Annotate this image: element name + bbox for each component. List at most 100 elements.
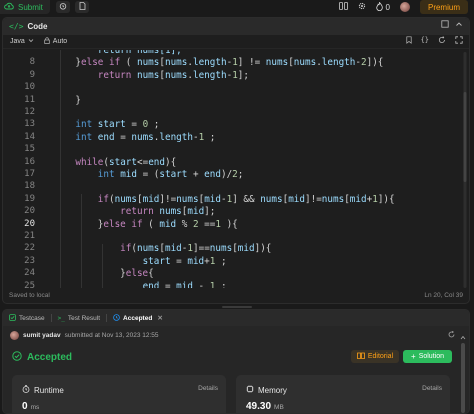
line-number: 9	[29, 69, 35, 80]
autocomplete-toggle[interactable]: Auto	[44, 37, 67, 46]
code-line[interactable]: 25 end = mid - 1 ;	[3, 281, 443, 288]
runtime-number: 0	[22, 401, 28, 412]
code-line[interactable]: 10	[3, 82, 443, 94]
line-number: 22	[24, 243, 35, 254]
language-select[interactable]: Java	[10, 38, 34, 45]
line-number: 16	[24, 156, 35, 167]
user-avatar[interactable]	[399, 2, 410, 12]
premium-button[interactable]: Premium	[419, 0, 468, 14]
code-line[interactable]: 17 int mid = (start + end)/2;	[3, 169, 443, 181]
code-line[interactable]: 15	[3, 144, 443, 156]
book-icon	[356, 352, 365, 361]
result-panel: Testcase >_ Test Result Accepted ✕ sumit…	[2, 309, 470, 414]
code-line[interactable]: 23 start = mid+1 ;	[3, 256, 443, 268]
code-line[interactable]: 21	[3, 231, 443, 243]
accepted-status: Accepted	[12, 351, 72, 364]
code-line[interactable]: 20 }else if ( mid % 2 ==1 ){	[3, 219, 443, 231]
cloud-upload-icon	[4, 2, 14, 12]
refresh-icon[interactable]	[448, 330, 455, 340]
memory-card[interactable]: Memory Details 49.30 MB	[236, 375, 450, 413]
runtime-details-link[interactable]: Details	[198, 385, 218, 392]
line-number: 19	[24, 193, 35, 204]
editorial-label: Editorial	[367, 353, 394, 360]
code-text: int end = nums.length-1 ;	[75, 131, 216, 143]
notes-button[interactable]	[75, 1, 89, 13]
editor-scrollbar[interactable]	[463, 52, 467, 288]
submit-button[interactable]: Submit	[0, 0, 50, 14]
code-line[interactable]: 20 return nums[mid];	[3, 206, 443, 218]
solution-button[interactable]: + Solution	[403, 350, 452, 363]
result-tabs: Testcase >_ Test Result Accepted ✕	[3, 310, 469, 326]
code-editor[interactable]: return nums[1]; 8 }else if ( nums[nums.le…	[3, 50, 469, 288]
submitted-time: submitted at Nov 13, 2023 12:55	[64, 332, 159, 339]
line-number: 21	[24, 231, 35, 241]
terminal-icon: >_	[57, 314, 65, 322]
code-text: }	[53, 94, 81, 106]
line-number: 14	[24, 131, 35, 142]
code-text: end = mid - 1 ;	[142, 280, 227, 288]
tab-accepted[interactable]: Accepted ✕	[113, 313, 163, 323]
chevron-up-icon[interactable]	[455, 20, 463, 30]
autocomplete-label: Auto	[52, 38, 68, 45]
settings-gear-icon[interactable]	[358, 2, 366, 12]
code-line[interactable]: 18	[3, 181, 443, 193]
code-line[interactable]: 11 }	[3, 95, 443, 107]
tab-testcase[interactable]: Testcase	[9, 313, 45, 323]
code-line[interactable]: 16 while(start<=end){	[3, 157, 443, 169]
code-line[interactable]: return nums[1];	[3, 50, 443, 57]
fire-icon	[375, 0, 383, 13]
code-panel-actions	[441, 20, 463, 30]
line-number: 25	[24, 280, 35, 288]
timer-button[interactable]	[56, 1, 70, 13]
history-icon	[113, 313, 120, 323]
close-tab-icon[interactable]: ✕	[157, 314, 162, 322]
chevron-down-icon	[28, 38, 34, 45]
code-brackets-icon: </>	[9, 22, 24, 31]
runtime-title-label: Runtime	[34, 385, 64, 395]
bookmark-icon[interactable]	[406, 36, 412, 46]
plus-icon: +	[411, 352, 416, 361]
streak-counter[interactable]: 0	[375, 0, 390, 13]
memory-title-label: Memory	[258, 385, 287, 395]
format-braces-icon[interactable]: {}	[421, 36, 429, 46]
line-number: 10	[24, 82, 35, 93]
code-panel: </> Code Java Auto {} return nums[1]; 8 …	[2, 17, 470, 304]
memory-unit: MB	[274, 404, 284, 411]
submitter-avatar	[10, 331, 19, 340]
maximize-icon[interactable]	[441, 20, 449, 30]
code-text: start = mid+1 ;	[142, 255, 227, 267]
code-text: return nums[mid];	[120, 206, 216, 218]
code-line[interactable]: 22 if(nums[mid-1]==nums[mid]){	[3, 243, 443, 255]
tab-test-result-label: Test Result	[67, 314, 101, 322]
line-number: 15	[24, 144, 35, 155]
result-scrollbar[interactable]	[460, 335, 466, 413]
editorial-button[interactable]: Editorial	[351, 350, 399, 363]
submit-label: Submit	[18, 2, 43, 12]
fullscreen-icon[interactable]	[455, 36, 463, 46]
submitter-name[interactable]: sumit yadav	[23, 332, 61, 339]
memory-details-link[interactable]: Details	[422, 385, 442, 392]
solution-label: Solution	[418, 353, 444, 360]
code-panel-header: </> Code	[3, 18, 469, 35]
code-line[interactable]: 8 }else if ( nums[nums.length-1] != nums…	[3, 57, 443, 69]
code-line[interactable]: 24 }else{	[3, 268, 443, 280]
line-number: 11	[24, 94, 35, 105]
code-line[interactable]: 13 int start = 0 ;	[3, 119, 443, 131]
line-number: 20	[24, 206, 35, 217]
streak-count: 0	[385, 2, 390, 12]
runtime-unit: ms	[30, 404, 40, 411]
code-line[interactable]: 19 if(nums[mid]!=nums[mid-1] && nums[mid…	[3, 194, 443, 206]
code-line[interactable]: 14 int end = nums.length-1 ;	[3, 132, 443, 144]
checkbox-icon	[9, 313, 16, 323]
top-bar-right: 0 Premium	[338, 0, 468, 14]
code-line[interactable]: 9 return nums[nums.length-1];	[3, 70, 443, 82]
runtime-card[interactable]: Runtime Details 0 ms	[12, 375, 226, 413]
code-line[interactable]: 12	[3, 107, 443, 119]
reset-icon[interactable]	[438, 36, 446, 46]
code-text: }else if ( mid % 2 ==1 ){	[53, 218, 238, 230]
tab-accepted-label: Accepted	[123, 314, 153, 322]
layout-icon[interactable]	[338, 2, 348, 12]
editor-toolbar: Java Auto	[3, 35, 469, 49]
line-number: 13	[24, 119, 35, 130]
tab-test-result[interactable]: >_ Test Result	[58, 315, 100, 322]
